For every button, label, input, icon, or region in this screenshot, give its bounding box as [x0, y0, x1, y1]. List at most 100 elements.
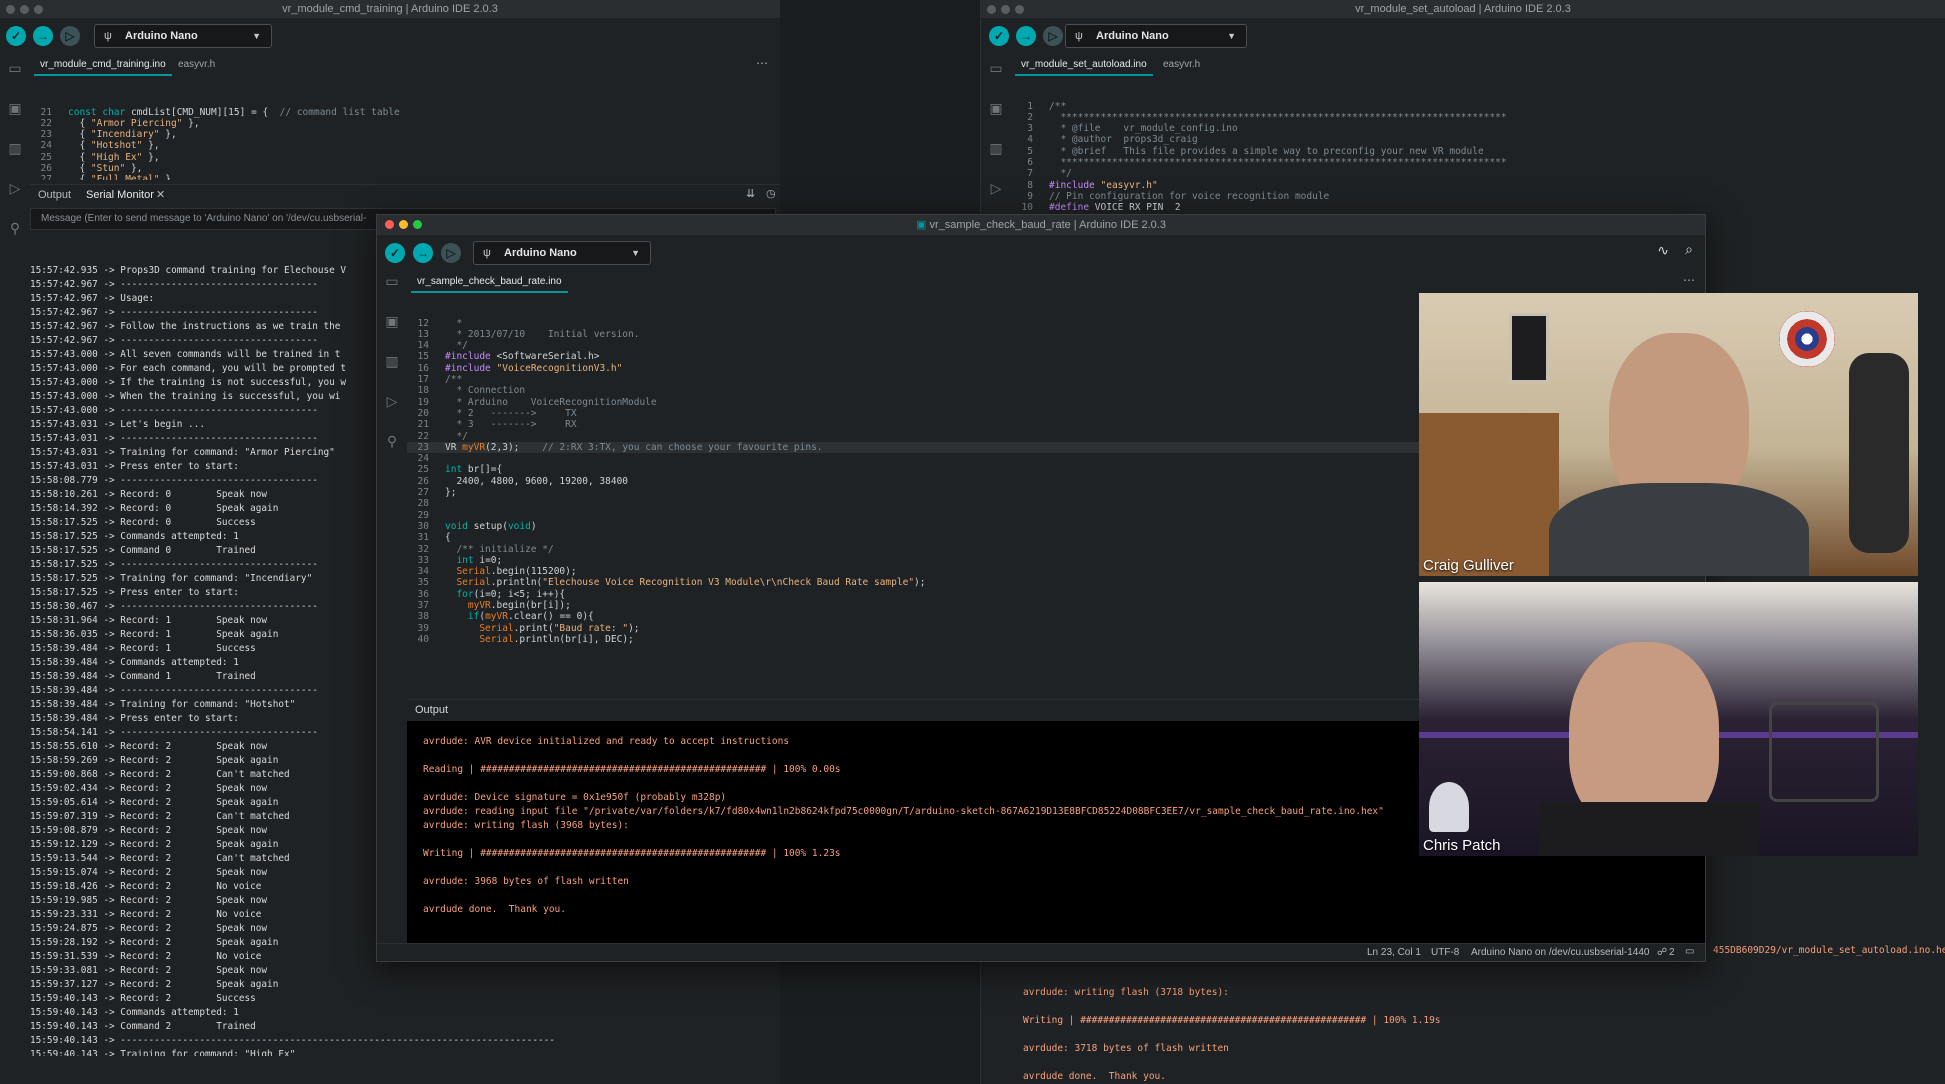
output-line: avrdude: writing flash (3968 bytes): — [423, 820, 629, 831]
board-manager-icon[interactable]: ▣ — [987, 100, 1005, 118]
line-text: int i=0; — [456, 554, 503, 566]
line-number: 22 — [417, 430, 429, 442]
board-manager-icon[interactable]: ▣ — [6, 100, 24, 118]
timestamp-icon[interactable]: ◷ — [766, 187, 776, 200]
close-window-button[interactable] — [6, 5, 15, 14]
code-line: 21 const char cmdList[CMD_NUM][15] = { //… — [30, 107, 770, 118]
zoom-window-button[interactable] — [34, 5, 43, 14]
shield-decoration — [1779, 311, 1835, 367]
line-number: 26 — [417, 475, 429, 487]
board-selector[interactable]: ψ Arduino Nano ▼ — [473, 241, 651, 265]
upload-icon[interactable]: → — [1016, 26, 1036, 46]
line-text: /** — [1049, 100, 1067, 112]
serial-plotter-icon[interactable]: ∿ — [1657, 242, 1669, 259]
close-window-button[interactable] — [385, 220, 394, 229]
verify-icon[interactable]: ✓ — [989, 26, 1009, 46]
line-number: 16 — [417, 362, 429, 374]
encoding[interactable]: UTF-8 — [1431, 947, 1459, 958]
editor-tabs: vr_module_cmd_training.ino easyvr.h ⋯ — [30, 54, 780, 76]
line-text: */ — [445, 430, 468, 442]
code-line: 6 **************************************… — [1011, 157, 1941, 168]
output-line: avrdude: AVR device initialized and read… — [423, 736, 790, 747]
code-line: 22 { "Armor Piercing" }, — [30, 118, 770, 129]
line-number: 24 — [40, 140, 52, 152]
close-icon[interactable]: ✕ — [156, 188, 165, 201]
tab-easyvr[interactable]: easyvr.h — [1157, 54, 1206, 76]
line-number: 2 — [1027, 111, 1033, 123]
activity-bar: ▭ ▣ ▥ ▷ ⚲ — [377, 273, 407, 961]
debug-icon[interactable]: ▷ — [1043, 26, 1063, 46]
toggle-panel-icon[interactable]: ▭ — [1685, 946, 1694, 957]
line-text: void setup(void) — [445, 520, 537, 532]
board-selector[interactable]: ψ Arduino Nano ▼ — [94, 24, 272, 48]
debug-side-icon[interactable]: ▷ — [987, 180, 1005, 198]
debug-side-icon[interactable]: ▷ — [383, 393, 401, 411]
tab-output[interactable]: Output — [415, 704, 448, 716]
folder-icon[interactable]: ▭ — [383, 273, 401, 291]
verify-icon[interactable]: ✓ — [6, 26, 26, 46]
board-selector[interactable]: ψ Arduino Nano ▼ — [1065, 24, 1247, 48]
tab-serial-monitor[interactable]: Serial Monitor — [86, 189, 154, 201]
line-number: 7 — [1027, 168, 1033, 180]
toolbar: ✓ → ▷ ψ Arduino Nano ▼ — [981, 18, 1945, 54]
cursor-position[interactable]: Ln 23, Col 1 — [1367, 947, 1421, 958]
code-editor[interactable]: 21 const char cmdList[CMD_NUM][15] = { //… — [30, 84, 770, 180]
board-port[interactable]: Arduino Nano on /dev/cu.usbserial-1440 — [1471, 947, 1649, 958]
zoom-window-button[interactable] — [413, 220, 422, 229]
upload-icon[interactable]: → — [413, 243, 433, 263]
minimize-window-button[interactable] — [399, 220, 408, 229]
autoscroll-icon[interactable]: ⇊ — [746, 187, 755, 200]
board-manager-icon[interactable]: ▣ — [383, 313, 401, 331]
tab-output[interactable]: Output — [38, 189, 71, 201]
line-text: * — [445, 317, 463, 329]
minimize-window-button[interactable] — [1001, 5, 1010, 14]
debug-side-icon[interactable]: ▷ — [6, 180, 24, 198]
more-icon[interactable]: ⋯ — [756, 56, 768, 70]
line-text: { "Armor Piercing" }, — [68, 117, 200, 129]
minimize-window-button[interactable] — [20, 5, 29, 14]
code-line: 5 * @brief This file provides a simple w… — [1011, 146, 1941, 157]
debug-icon[interactable]: ▷ — [60, 26, 80, 46]
library-icon[interactable]: ▥ — [987, 140, 1005, 158]
debug-icon[interactable]: ▷ — [441, 243, 461, 263]
line-number: 27 — [417, 487, 429, 499]
line-number: 14 — [417, 340, 429, 352]
line-text: ****************************************… — [1049, 157, 1507, 169]
serial-monitor-icon[interactable]: ⌕ — [1685, 241, 1693, 258]
search-icon[interactable]: ⚲ — [6, 220, 24, 238]
tab-easyvr[interactable]: easyvr.h — [172, 54, 221, 76]
library-icon[interactable]: ▥ — [6, 140, 24, 158]
upload-icon[interactable]: → — [33, 26, 53, 46]
folder-icon[interactable]: ▭ — [987, 60, 1005, 78]
line-number: 38 — [417, 611, 429, 623]
more-icon[interactable]: ⋯ — [1683, 273, 1695, 287]
close-window-button[interactable] — [987, 5, 996, 14]
line-number: 3 — [1027, 123, 1033, 135]
notification-icon[interactable]: ☍ — [1657, 947, 1667, 958]
tab-check-baud-rate[interactable]: vr_sample_check_baud_rate.ino — [411, 271, 568, 293]
line-number: 28 — [417, 498, 429, 510]
line-text: { "Incendiary" }, — [68, 129, 177, 141]
tab-set-autoload[interactable]: vr_module_set_autoload.ino — [1015, 54, 1153, 76]
zoom-window-button[interactable] — [1015, 5, 1024, 14]
line-text: }; — [445, 487, 457, 499]
search-icon[interactable]: ⚲ — [383, 433, 401, 451]
line-text: * @brief This file provides a simple way… — [1049, 145, 1484, 157]
window-title: vr_module_cmd_training | Arduino IDE 2.0… — [282, 3, 498, 15]
line-number: 13 — [417, 328, 429, 340]
code-editor[interactable]: 1/** 2 **********************************… — [1011, 78, 1941, 210]
line-text: * Arduino VoiceRecognitionModule — [445, 396, 657, 408]
window-titlebar: vr_module_set_autoload | Arduino IDE 2.0… — [981, 0, 1945, 18]
output-line: avrdude: 3968 bytes of flash written — [423, 876, 629, 887]
verify-icon[interactable]: ✓ — [385, 243, 405, 263]
folder-icon[interactable]: ▭ — [6, 60, 24, 78]
library-icon[interactable]: ▥ — [383, 353, 401, 371]
chevron-down-icon: ▼ — [252, 31, 261, 41]
code-line: 4 * @author props3d_craig — [1011, 134, 1941, 145]
line-text: Serial.begin(115200); — [456, 566, 577, 578]
tab-cmd-training[interactable]: vr_module_cmd_training.ino — [34, 54, 172, 76]
board-label: Arduino Nano — [1096, 30, 1169, 42]
code-line: 2 **************************************… — [1011, 112, 1941, 123]
